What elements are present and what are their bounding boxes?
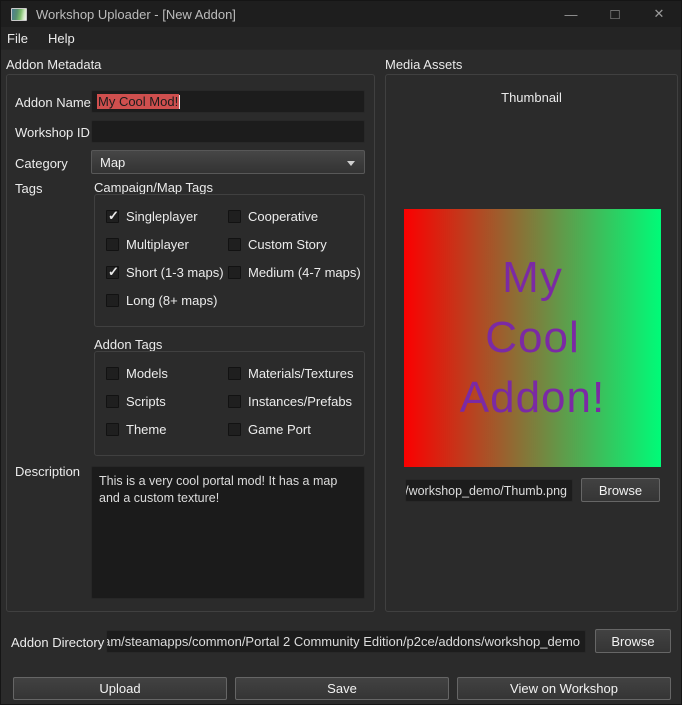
checkbox-long-maps[interactable]: Long (8+ maps) [106,293,228,308]
workshop-id-input[interactable] [91,120,365,143]
checkbox-box [106,367,119,380]
workshop-id-label: Workshop ID [15,125,90,140]
menu-bar: File Help [1,27,681,50]
app-icon [11,8,27,21]
checkbox-short-maps[interactable]: Short (1-3 maps) [106,265,228,280]
checkbox-box [106,294,119,307]
addon-metadata-title: Addon Metadata [6,57,101,72]
checkbox-models[interactable]: Models [106,366,228,381]
maximize-icon[interactable]: □ [593,1,637,27]
chevron-down-icon [347,161,355,166]
thumbnail-browse-button[interactable]: Browse [581,478,660,502]
save-button[interactable]: Save [235,677,449,700]
thumbnail-image: My Cool Addon! [404,209,661,467]
thumbnail-text-line: Addon! [460,376,605,420]
addon-name-label: Addon Name [15,95,91,110]
checkbox-box [106,423,119,436]
thumbnail-label: Thumbnail [385,90,678,105]
checkbox-game-port[interactable]: Game Port [228,422,356,437]
window-controls: — □ ✕ [549,1,681,27]
addon-tags-grid: Models Materials/Textures Scripts Instan… [106,359,356,443]
upload-button[interactable]: Upload [13,677,227,700]
checkbox-box [106,238,119,251]
addon-directory-value: )/Steam/steamapps/common/Portal 2 Commun… [106,634,580,649]
category-dropdown[interactable]: Map [91,150,365,174]
tags-label: Tags [15,181,42,196]
media-assets-title: Media Assets [385,57,462,72]
thumbnail-path-input[interactable]: s/workshop_demo/Thumb.png [405,479,573,502]
category-value: Map [100,155,125,170]
checkbox-medium-maps[interactable]: Medium (4-7 maps) [228,265,361,280]
addon-name-input[interactable]: My Cool Mod! [91,90,365,113]
category-label: Category [15,156,68,171]
checkbox-box [106,395,119,408]
campaign-tags-grid: Singleplayer Cooperative Multiplayer Cus… [106,202,356,314]
menu-help[interactable]: Help [38,27,85,49]
addon-directory-label: Addon Directory [11,635,104,650]
checkbox-box [228,395,241,408]
addon-directory-browse-button[interactable]: Browse [595,629,671,653]
checkbox-scripts[interactable]: Scripts [106,394,228,409]
thumbnail-text-line: My [502,256,563,300]
addon-tags-title: Addon Tags [94,337,162,352]
checkbox-theme[interactable]: Theme [106,422,228,437]
text-caret [179,95,180,109]
checkbox-box [106,266,119,279]
description-textarea[interactable]: This is a very cool portal mod! It has a… [91,466,365,599]
menu-file[interactable]: File [1,27,38,49]
checkbox-multiplayer[interactable]: Multiplayer [106,237,228,252]
thumbnail-text-line: Cool [485,316,580,360]
selected-text: My Cool Mod! [97,94,179,109]
checkbox-box [228,367,241,380]
close-icon[interactable]: ✕ [637,1,681,27]
workshop-uploader-window: Workshop Uploader - [New Addon] — □ ✕ Fi… [0,0,682,705]
checkbox-singleplayer[interactable]: Singleplayer [106,209,228,224]
thumbnail-path-value: s/workshop_demo/Thumb.png [405,484,567,498]
checkbox-box [228,266,241,279]
checkbox-box [228,238,241,251]
title-bar: Workshop Uploader - [New Addon] — □ ✕ [1,1,681,27]
view-on-workshop-button[interactable]: View on Workshop [457,677,671,700]
minimize-icon[interactable]: — [549,1,593,27]
checkbox-custom-story[interactable]: Custom Story [228,237,361,252]
checkbox-instances-prefabs[interactable]: Instances/Prefabs [228,394,356,409]
checkbox-box [228,210,241,223]
checkbox-cooperative[interactable]: Cooperative [228,209,361,224]
addon-directory-input[interactable]: )/Steam/steamapps/common/Portal 2 Commun… [106,630,586,653]
description-label: Description [15,464,80,479]
checkbox-box [228,423,241,436]
checkbox-materials-textures[interactable]: Materials/Textures [228,366,356,381]
window-title: Workshop Uploader - [New Addon] [36,7,236,22]
campaign-tags-title: Campaign/Map Tags [94,180,213,195]
checkbox-box [106,210,119,223]
